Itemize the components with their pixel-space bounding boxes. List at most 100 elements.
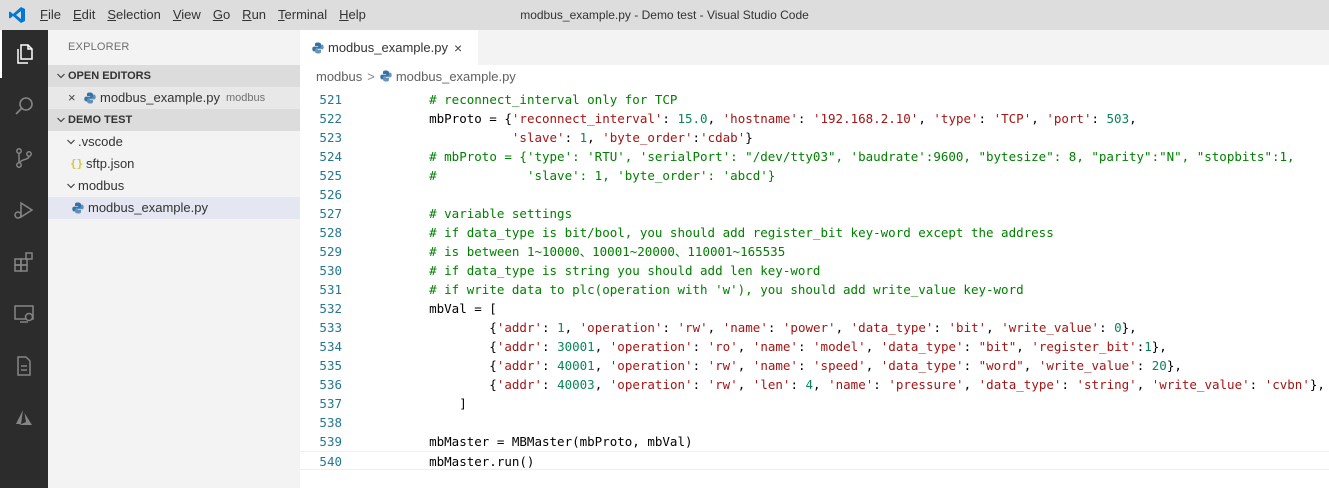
code-text: {'addr': 30001, 'operation': 'ro', 'name… — [399, 339, 1167, 354]
source-control-icon[interactable] — [0, 134, 48, 182]
menu-label: elp — [348, 7, 366, 22]
menu-label: iew — [181, 7, 201, 22]
code-line[interactable]: 534 {'addr': 30001, 'operation': 'ro', '… — [300, 337, 1329, 356]
code-line[interactable]: 522 mbProto = {'reconnect_interval': 15.… — [300, 109, 1329, 128]
code-line[interactable]: 538 — [300, 413, 1329, 432]
line-number: 528 — [319, 225, 342, 240]
explorer-icon[interactable] — [0, 30, 48, 78]
python-file-icon — [72, 201, 88, 215]
open-editors-label: OPEN EDITORS — [68, 70, 151, 82]
line-number: 527 — [319, 206, 342, 221]
extensions-icon[interactable] — [0, 238, 48, 286]
code-line[interactable]: 527 # variable settings — [300, 204, 1329, 223]
menu-item[interactable]: View — [167, 0, 207, 30]
chevron-down-icon — [54, 65, 68, 87]
code-line[interactable]: 533 {'addr': 1, 'operation': 'rw', 'name… — [300, 318, 1329, 337]
line-number: 539 — [319, 434, 342, 449]
code-line[interactable]: 526 — [300, 185, 1329, 204]
search-icon[interactable] — [0, 82, 48, 130]
line-number: 532 — [319, 301, 342, 316]
menu-label: o — [222, 7, 231, 22]
code-line[interactable]: 539 mbMaster = MBMaster(mbProto, mbVal) — [300, 432, 1329, 451]
code-line[interactable]: 535 {'addr': 40001, 'operation': 'rw', '… — [300, 356, 1329, 375]
code-line[interactable]: 536 {'addr': 40003, 'operation': 'rw', '… — [300, 375, 1329, 394]
menu-label: election — [116, 7, 161, 22]
tree-item-label: modbus — [78, 178, 125, 193]
code-line[interactable]: 531 # if write data to plc(operation wit… — [300, 280, 1329, 299]
line-number: 534 — [319, 339, 342, 354]
activity-bar — [0, 30, 48, 488]
line-number: 524 — [319, 149, 342, 164]
code-text: mbProto = {'reconnect_interval': 15.0, '… — [399, 111, 1137, 126]
chevron-down-icon — [64, 131, 78, 153]
line-number: 522 — [319, 111, 342, 126]
tree-item-label: .vscode — [78, 134, 123, 149]
code-line[interactable]: 529 # is between 1~10000、10001~20000、110… — [300, 242, 1329, 261]
menu-item[interactable]: Go — [207, 0, 236, 30]
code-text: # if data_type is string you should add … — [429, 263, 821, 278]
code-line[interactable]: 532 mbVal = [ — [300, 299, 1329, 318]
tree-item-modbus-folder[interactable]: modbus — [48, 175, 300, 197]
tree-item-label: sftp.json — [86, 156, 135, 171]
python-file-icon — [84, 91, 100, 105]
explorer-sidebar: EXPLORER OPEN EDITORS × modbus_example.p… — [48, 30, 300, 488]
demo-test-header[interactable]: DEMO TEST — [48, 109, 300, 131]
tree-item-modbus-example[interactable]: modbus_example.py — [48, 197, 300, 219]
tree-item-vscode-folder[interactable]: .vscode — [48, 131, 300, 153]
code-line[interactable]: 525 # 'slave': 1, 'byte_order': 'abcd'} — [300, 166, 1329, 185]
line-number: 533 — [319, 320, 342, 335]
line-number: 538 — [319, 415, 342, 430]
code-editor[interactable]: 521 # reconnect_interval only for TCP 522… — [300, 90, 1329, 488]
code-line[interactable]: 540 mbMaster.run() — [300, 451, 1329, 470]
line-number: 537 — [319, 396, 342, 411]
menu-item[interactable]: File — [34, 0, 67, 30]
menu-mnemonic: G — [212, 7, 223, 22]
azure-icon[interactable] — [0, 394, 48, 442]
open-editor-item[interactable]: × modbus_example.py modbus — [48, 87, 300, 109]
breadcrumb-separator: > — [367, 68, 375, 84]
menu-item[interactable]: Run — [236, 0, 272, 30]
open-editor-filename: modbus_example.py — [100, 90, 220, 105]
chevron-down-icon — [64, 175, 78, 197]
tree-item-sftp-json[interactable]: {} sftp.json — [48, 153, 300, 175]
code-line[interactable]: 537 ] — [300, 394, 1329, 413]
code-line[interactable]: 528 # if data_type is bit/bool, you shou… — [300, 223, 1329, 242]
close-icon[interactable]: × — [454, 40, 462, 56]
code-line[interactable]: 524 # mbProto = {'type': 'RTU', 'serialP… — [300, 147, 1329, 166]
menu-item[interactable]: Help — [333, 0, 372, 30]
run-debug-icon[interactable] — [0, 186, 48, 234]
code-line[interactable]: 521 # reconnect_interval only for TCP — [300, 90, 1329, 109]
line-number: 526 — [319, 187, 342, 202]
line-number: 521 — [319, 92, 342, 107]
sidebar-title: EXPLORER — [68, 41, 130, 53]
code-text: ] — [399, 396, 467, 411]
chevron-down-icon — [54, 109, 68, 131]
line-number: 530 — [319, 263, 342, 278]
line-number: 529 — [319, 244, 342, 259]
remote-explorer-icon[interactable] — [0, 290, 48, 338]
code-text: {'addr': 40001, 'operation': 'rw', 'name… — [399, 358, 1182, 373]
breadcrumb-file[interactable]: modbus_example.py — [396, 69, 516, 84]
json-file-icon: {} — [70, 157, 84, 170]
code-line[interactable]: 530 # if data_type is string you should … — [300, 261, 1329, 280]
code-text: # variable settings — [429, 206, 573, 221]
menu-item[interactable]: Edit — [67, 0, 101, 30]
breadcrumb: modbus > modbus_example.py — [300, 65, 1329, 87]
line-number: 535 — [319, 358, 342, 373]
breadcrumb-folder[interactable]: modbus — [316, 69, 362, 84]
close-icon[interactable]: × — [68, 87, 84, 109]
editor-tab-bar: modbus_example.py × — [300, 30, 1329, 65]
menu-item[interactable]: Selection — [101, 0, 166, 30]
menu-label: erminal — [284, 7, 328, 22]
tab-modbus-example[interactable]: modbus_example.py × — [300, 30, 478, 65]
tab-label: modbus_example.py — [328, 40, 448, 55]
line-number: 525 — [319, 168, 342, 183]
code-text: 'slave': 1, 'byte_order':'cdab'} — [511, 130, 753, 145]
notebook-icon[interactable] — [0, 342, 48, 390]
code-line[interactable]: 523 'slave': 1, 'byte_order':'cdab'} — [300, 128, 1329, 147]
open-editor-folder: modbus — [225, 92, 266, 104]
menu-item[interactable]: Terminal — [272, 0, 333, 30]
open-editors-header[interactable]: OPEN EDITORS — [48, 65, 300, 87]
code-text: mbVal = [ — [399, 301, 497, 316]
vscode-logo-icon[interactable] — [0, 0, 34, 30]
